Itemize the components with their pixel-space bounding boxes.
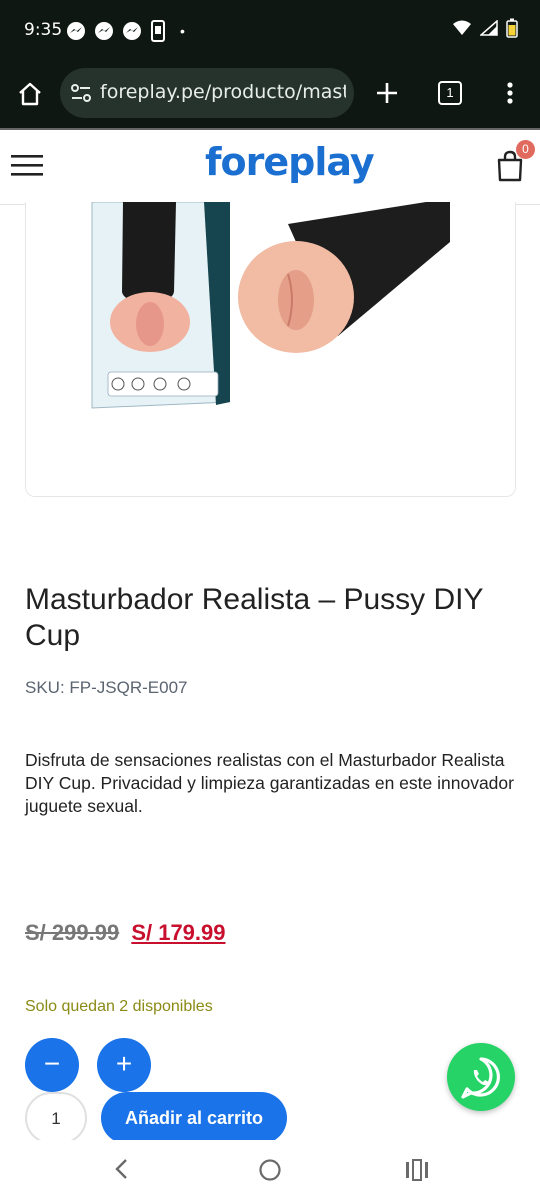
cart-count-badge: 0: [516, 140, 535, 159]
tab-count: 1: [446, 85, 454, 100]
quantity-input[interactable]: 1: [25, 1092, 87, 1144]
wifi-icon: [453, 20, 471, 35]
address-bar[interactable]: foreplay.pe/producto/mastu: [60, 68, 354, 118]
product-description: Disfruta de sensaciones realistas con el…: [25, 750, 514, 816]
battery-icon: [506, 18, 518, 38]
product-title: Masturbador Realista – Pussy DIY Cup: [25, 583, 483, 652]
new-tab-icon: [377, 83, 397, 103]
more-menu-icon: [507, 82, 513, 104]
site-settings-icon[interactable]: [70, 83, 92, 103]
status-dot: •: [180, 23, 185, 39]
browser-toolbar: foreplay.pe/producto/mastu 1: [0, 62, 540, 128]
system-nav-bar: [0, 1140, 540, 1200]
phone-icon: [151, 20, 165, 42]
tab-switcher-icon: 1: [438, 81, 462, 105]
new-tab-button[interactable]: [370, 76, 404, 110]
old-price: S/ 299.99: [25, 920, 120, 945]
more-menu-button[interactable]: [496, 76, 524, 110]
messenger-icon: [95, 22, 113, 40]
increment-quantity-button[interactable]: +: [97, 1038, 151, 1092]
status-time: 9:35: [24, 20, 63, 40]
url-text: foreplay.pe/producto/mastu: [100, 81, 346, 103]
system-status-icons: [452, 18, 518, 38]
home-circle-icon[interactable]: [258, 1158, 282, 1182]
product-image: [26, 202, 515, 496]
whatsapp-icon: [461, 1057, 500, 1099]
back-icon[interactable]: [112, 1158, 132, 1180]
recents-icon[interactable]: [405, 1159, 429, 1181]
site-header: foreplay 0: [0, 128, 540, 205]
stock-notice: Solo quedan 2 disponibles: [25, 998, 213, 1015]
messenger-icon: [67, 22, 85, 40]
notification-icons: •: [66, 20, 185, 42]
price-block: S/ 299.99 S/ 179.99: [25, 920, 226, 946]
decrement-quantity-button[interactable]: −: [25, 1038, 79, 1092]
site-logo[interactable]: foreplay: [205, 140, 375, 184]
messenger-icon: [123, 22, 141, 40]
home-button[interactable]: [12, 76, 48, 112]
tab-switcher-button[interactable]: 1: [434, 76, 466, 110]
home-icon: [19, 82, 41, 106]
add-to-cart-button[interactable]: Añadir al carrito: [101, 1092, 287, 1144]
signal-icon: [480, 20, 498, 36]
product-image-card[interactable]: [25, 202, 516, 497]
product-sku: SKU: FP-JSQR-E007: [25, 678, 188, 697]
status-bar: 9:35 •: [0, 0, 540, 62]
hamburger-menu-icon: [11, 155, 43, 176]
sale-price: S/ 179.99: [131, 920, 226, 945]
menu-button[interactable]: [10, 150, 44, 180]
whatsapp-button[interactable]: [447, 1043, 515, 1111]
